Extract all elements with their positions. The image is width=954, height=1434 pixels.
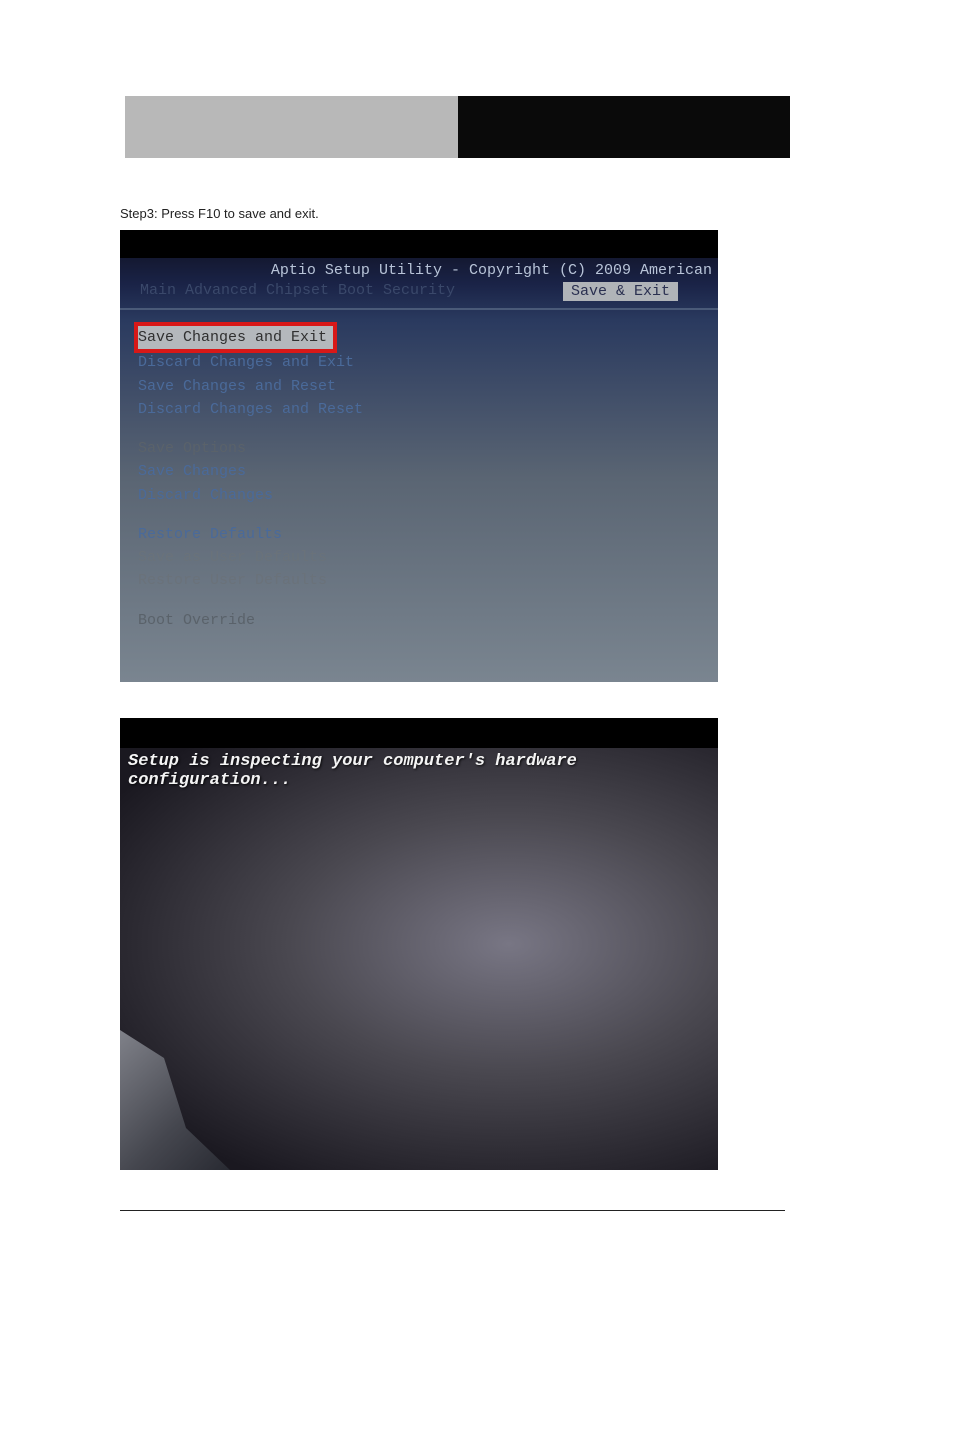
menu-save-changes-reset[interactable]: Save Changes and Reset (138, 375, 718, 398)
menu-save-options-header: Save Options (138, 437, 718, 460)
menu-restore-user-defaults[interactable]: Restore User Defaults (138, 569, 718, 592)
setup-top-bar (120, 718, 718, 748)
footer-divider (120, 1210, 785, 1211)
bios-top-bar (120, 230, 718, 258)
bios-divider (120, 308, 718, 310)
setup-message: Setup is inspecting your computer's hard… (120, 748, 718, 790)
bios-title: Aptio Setup Utility - Copyright (C) 2009… (120, 258, 718, 282)
setup-screenshot: Setup is inspecting your computer's hard… (120, 718, 718, 1170)
bios-screenshot: Aptio Setup Utility - Copyright (C) 2009… (120, 230, 718, 682)
menu-discard-changes[interactable]: Discard Changes (138, 484, 718, 507)
bios-tab-save-exit[interactable]: Save & Exit (563, 282, 678, 301)
menu-discard-changes-reset[interactable]: Discard Changes and Reset (138, 398, 718, 421)
header-right (458, 96, 791, 158)
bios-tabs: Main Advanced Chipset Boot Security Save… (120, 282, 718, 306)
header-left (125, 96, 458, 158)
header-bar (125, 96, 790, 158)
menu-save-changes[interactable]: Save Changes (138, 460, 718, 483)
bios-tabs-inactive: Main Advanced Chipset Boot Security (140, 282, 455, 299)
menu-discard-changes-exit[interactable]: Discard Changes and Exit (138, 351, 718, 374)
menu-restore-defaults[interactable]: Restore Defaults (138, 523, 718, 546)
menu-save-changes-exit[interactable]: Save Changes and Exit (134, 322, 337, 353)
bios-menu: Save Changes and Exit Discard Changes an… (120, 322, 718, 632)
setup-reflection (120, 1030, 230, 1170)
menu-boot-override-header: Boot Override (138, 609, 718, 632)
step-instruction: Step3: Press F10 to save and exit. (120, 206, 319, 221)
menu-save-user-defaults[interactable]: Save as User Defaults (138, 546, 718, 569)
